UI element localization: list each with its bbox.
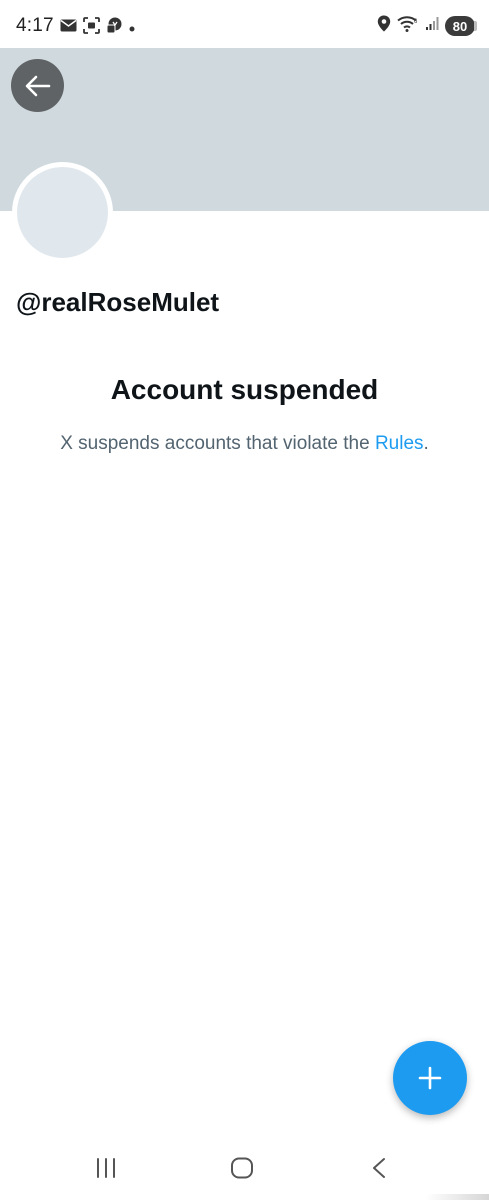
recents-icon — [97, 1158, 115, 1178]
profile-page: 4:17 6 80 @realRoseMulet Account suspend… — [0, 0, 489, 1200]
location-icon — [377, 15, 391, 37]
system-navigation-bar — [0, 1135, 489, 1200]
suspension-message-period: . — [423, 433, 429, 454]
status-bar: 4:17 6 80 — [0, 0, 489, 48]
suspension-message-text: X suspends accounts that violate the — [60, 433, 375, 454]
suspension-title: Account suspended — [110, 374, 379, 405]
svg-text:6: 6 — [414, 19, 418, 25]
signal-icon — [425, 16, 439, 36]
battery-icon: 80 — [445, 16, 477, 36]
wifi-icon: 6 — [397, 15, 419, 37]
messenger-icon — [106, 17, 123, 39]
back-button[interactable] — [11, 59, 64, 112]
gesture-hint — [425, 1194, 489, 1200]
nav-back-button[interactable] — [359, 1153, 399, 1183]
back-icon — [373, 1158, 385, 1178]
recents-button[interactable] — [86, 1153, 126, 1183]
home-button[interactable] — [222, 1153, 262, 1183]
plus-icon — [418, 1066, 442, 1090]
suspension-message: X suspends accounts that violate the Rul… — [0, 433, 489, 455]
screenshot-icon — [83, 17, 100, 39]
rules-link[interactable]: Rules — [375, 433, 424, 454]
avatar — [12, 162, 113, 263]
profile-handle: @realRoseMulet — [16, 287, 220, 317]
back-arrow-icon — [25, 75, 50, 96]
status-notification-icons — [60, 17, 135, 39]
compose-button[interactable] — [393, 1041, 467, 1115]
status-time: 4:17 — [16, 15, 54, 36]
mail-icon — [60, 19, 77, 37]
notification-dot — [129, 19, 135, 37]
home-icon — [231, 1157, 253, 1179]
status-system-icons: 6 80 — [377, 15, 477, 37]
